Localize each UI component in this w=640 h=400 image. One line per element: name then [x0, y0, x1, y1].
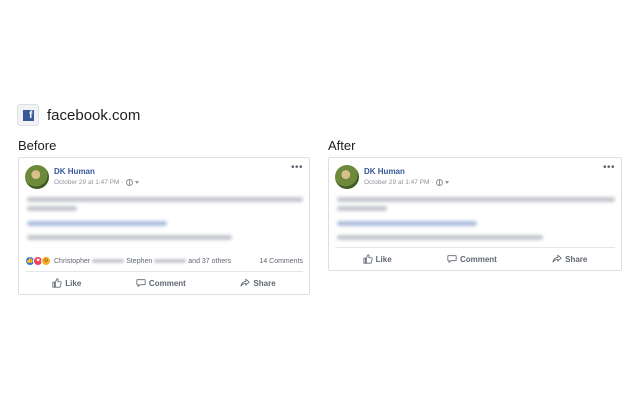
action-bar: Like Comment Share	[335, 250, 615, 268]
blurred-text-line	[27, 197, 303, 202]
post-card-after: DK Human October 29 at 1:47 PM · ••• Lik…	[328, 157, 622, 271]
thumbs-up-icon	[52, 278, 62, 288]
reactors-list[interactable]: Christopher Stephen and 37 others	[54, 258, 231, 265]
meta-separator: ·	[431, 179, 434, 186]
site-header: f facebook.com	[17, 104, 140, 126]
reactions-bar: 👍 ♥ o Christopher Stephen and 37 others …	[25, 255, 303, 267]
comments-count[interactable]: 14 Comments	[259, 258, 303, 265]
post-card-before: DK Human October 29 at 1:47 PM · ••• 👍 ♥…	[18, 157, 310, 295]
divider	[335, 247, 615, 248]
like-button[interactable]: Like	[52, 278, 81, 288]
share-button[interactable]: Share	[240, 278, 276, 288]
post-meta: October 29 at 1:47 PM ·	[54, 179, 139, 186]
post-meta: October 29 at 1:47 PM ·	[364, 179, 449, 186]
more-options-icon[interactable]: •••	[603, 163, 615, 173]
like-label: Like	[375, 254, 392, 264]
comment-icon	[447, 255, 457, 264]
chevron-down-icon[interactable]	[444, 181, 449, 184]
blurred-link[interactable]	[337, 221, 477, 226]
blurred-text-line	[337, 235, 543, 240]
comment-label: Comment	[459, 254, 497, 264]
share-label: Share	[253, 278, 276, 288]
site-name: facebook.com	[47, 106, 141, 124]
facebook-icon: f	[17, 104, 39, 126]
post-timestamp[interactable]: October 29 at 1:47 PM	[364, 179, 429, 186]
blurred-surname	[92, 259, 125, 263]
blurred-text-line	[27, 235, 232, 240]
blurred-surname	[154, 259, 187, 263]
comment-button[interactable]: Comment	[447, 254, 497, 264]
reactor-name: Stephen	[126, 257, 153, 265]
share-icon	[552, 254, 562, 263]
share-label: Share	[565, 254, 588, 264]
avatar[interactable]	[25, 165, 49, 189]
post-author[interactable]: DK Human	[364, 167, 405, 176]
share-button[interactable]: Share	[552, 254, 587, 264]
comment-button[interactable]: Comment	[136, 278, 186, 288]
post-author[interactable]: DK Human	[54, 167, 95, 176]
after-label: After	[328, 138, 356, 153]
more-options-icon[interactable]: •••	[291, 163, 303, 173]
wow-reaction-icon[interactable]: o	[41, 256, 51, 266]
avatar[interactable]	[335, 165, 359, 189]
chevron-down-icon[interactable]	[134, 181, 139, 184]
divider	[25, 271, 303, 272]
share-icon	[240, 278, 251, 287]
facebook-logo: f	[22, 109, 34, 121]
blurred-text-line	[337, 197, 615, 202]
like-button[interactable]: Like	[363, 254, 392, 264]
before-label: Before	[18, 138, 57, 153]
globe-icon[interactable]	[435, 179, 443, 186]
like-label: Like	[65, 278, 82, 288]
meta-separator: ·	[121, 179, 124, 186]
blurred-link[interactable]	[27, 221, 167, 226]
thumbs-up-icon	[363, 254, 373, 264]
comment-icon	[136, 279, 146, 288]
reactor-others: and 37 others	[188, 257, 232, 265]
comment-label: Comment	[148, 278, 186, 288]
blurred-text-line	[27, 206, 77, 211]
reactor-name: Christopher	[54, 257, 91, 265]
blurred-text-line	[337, 206, 387, 211]
globe-icon[interactable]	[125, 179, 133, 186]
post-timestamp[interactable]: October 29 at 1:47 PM	[54, 179, 119, 186]
action-bar: Like Comment Share	[25, 274, 303, 292]
